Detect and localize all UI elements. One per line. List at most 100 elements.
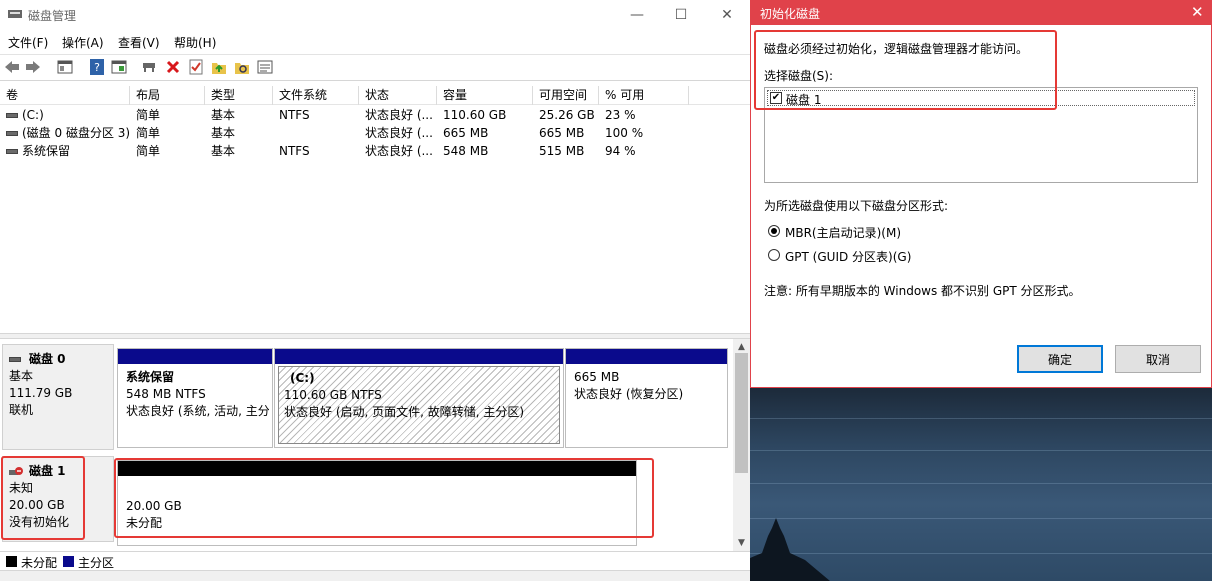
table-row[interactable]: 系统保留 简单 基本 NTFS 状态良好 (... 548 MB 515 MB … (0, 142, 740, 160)
col-layout[interactable]: 布局 (130, 86, 205, 105)
partition-system-reserved[interactable]: 系统保留 548 MB NTFS 状态良好 (系统, 活动, 主分 (117, 348, 273, 448)
close-button[interactable]: ✕ (704, 0, 750, 30)
status-bar (0, 570, 750, 581)
disk1-size: 20.00 GB (9, 498, 65, 512)
col-status[interactable]: 状态 (359, 86, 437, 105)
disk0-status: 联机 (9, 403, 34, 417)
scroll-thumb[interactable] (735, 353, 748, 473)
up-icon[interactable] (210, 58, 228, 76)
table-row[interactable]: (C:) 简单 基本 NTFS 状态良好 (... 110.60 GB 25.2… (0, 106, 740, 124)
console-icon[interactable] (110, 58, 128, 76)
disk-management-app-icon (8, 10, 22, 18)
menu-file[interactable]: 文件(F) (8, 34, 48, 51)
partition-size: 20.00 GB (126, 499, 182, 513)
col-free-space[interactable]: 可用空间 (533, 86, 599, 105)
col-percent-free[interactable]: % 可用 (599, 86, 689, 105)
svg-text:?: ? (94, 61, 100, 74)
disk0-type: 基本 (9, 369, 34, 383)
partition-size: 548 MB NTFS (126, 387, 206, 401)
disk0-info[interactable]: 磁盘 0 基本 111.79 GB 联机 (2, 344, 114, 450)
gpt-radio[interactable] (768, 249, 780, 261)
window-title: 磁盘管理 (28, 9, 77, 23)
primary-partition-bar (118, 349, 272, 364)
status-cell: 状态良好 (... (365, 126, 433, 140)
free-space-cell: 665 MB (539, 126, 585, 140)
volume-name: 系统保留 (22, 144, 71, 158)
help-icon[interactable]: ? (88, 58, 106, 76)
disk-graphic-view: 磁盘 0 基本 111.79 GB 联机 系统保留 548 MB NTFS 状态… (0, 339, 733, 551)
ok-button[interactable]: 确定 (1017, 345, 1103, 373)
disk-management-window: 磁盘管理 — ☐ ✕ 文件(F) 操作(A) 查看(V) 帮助(H) ? 卷 布… (0, 0, 750, 581)
capacity-cell: 665 MB (443, 126, 489, 140)
filesystem-cell: NTFS (279, 108, 310, 122)
select-disk-label: 选择磁盘(S): (764, 69, 834, 83)
maximize-button[interactable]: ☐ (658, 0, 704, 30)
wave (750, 418, 1212, 419)
mbr-radio[interactable] (768, 225, 780, 237)
mbr-option[interactable]: MBR(主启动记录)(M) (768, 223, 1028, 241)
free-space-cell: 515 MB (539, 144, 585, 158)
gpt-option[interactable]: GPT (GUID 分区表)(G) (768, 247, 1028, 265)
wave (750, 450, 1212, 451)
properties-icon[interactable] (56, 58, 74, 76)
col-volume[interactable]: 卷 (0, 86, 130, 105)
volume-icon (6, 113, 18, 118)
list-icon[interactable] (256, 58, 274, 76)
menu-action[interactable]: 操作(A) (62, 34, 104, 51)
volume-cell: (C:) (0, 106, 130, 124)
search-icon[interactable] (233, 58, 251, 76)
partition-c-drive[interactable]: (C:) 110.60 GB NTFS 状态良好 (启动, 页面文件, 故障转储… (274, 348, 564, 448)
primary-swatch (63, 556, 74, 567)
disk0-size: 111.79 GB (9, 386, 73, 400)
disk1-list-label: 磁盘 1 (786, 93, 822, 107)
menu-help[interactable]: 帮助(H) (174, 34, 216, 51)
cancel-button[interactable]: 取消 (1115, 345, 1201, 373)
dialog-title: 初始化磁盘 (760, 7, 821, 21)
partition-status: 状态良好 (恢复分区) (574, 387, 684, 401)
partition-style-label: 为所选磁盘使用以下磁盘分区形式: (764, 199, 949, 213)
percent-free-cell: 94 % (605, 144, 636, 158)
toolbar: ? (0, 54, 750, 81)
partition-status: 状态良好 (启动, 页面文件, 故障转储, 主分区) (284, 405, 525, 419)
gpt-label: GPT (GUID 分区表)(G) (785, 250, 912, 264)
free-space-cell: 25.26 GB (539, 108, 595, 122)
menu-bar: 文件(F) 操作(A) 查看(V) 帮助(H) (0, 31, 750, 53)
partition-status: 状态良好 (系统, 活动, 主分 (126, 404, 269, 418)
disk-listbox[interactable]: ✔ 磁盘 1 (764, 87, 1198, 183)
scroll-down-icon[interactable]: ▼ (733, 535, 750, 551)
check-icon[interactable] (187, 58, 205, 76)
disk1-checkbox[interactable]: ✔ (770, 92, 782, 104)
type-cell: 基本 (211, 108, 236, 122)
minimize-button[interactable]: — (614, 0, 660, 30)
list-item-disk1[interactable]: ✔ 磁盘 1 (767, 90, 1195, 107)
partition-recovery[interactable]: 665 MB 状态良好 (恢复分区) (565, 348, 728, 448)
wave (750, 483, 1212, 484)
back-icon[interactable] (3, 58, 21, 76)
connect-icon[interactable] (140, 58, 158, 76)
lighthouse-silhouette (750, 518, 830, 581)
legend-bar: 未分配 主分区 (0, 551, 750, 570)
col-capacity[interactable]: 容量 (437, 86, 533, 105)
volume-icon (6, 131, 18, 136)
delete-icon[interactable] (164, 58, 182, 76)
partition-unallocated[interactable]: 20.00 GB 未分配 (117, 460, 637, 546)
partition-size: 110.60 GB NTFS (284, 388, 382, 402)
forward-icon[interactable] (24, 58, 42, 76)
disk-icon (9, 357, 21, 362)
volume-cell: (磁盘 0 磁盘分区 3) (0, 124, 130, 142)
capacity-cell: 548 MB (443, 144, 489, 158)
close-icon[interactable]: ✕ (1191, 3, 1204, 21)
disk1-name: 磁盘 1 (29, 464, 66, 478)
unallocated-swatch (6, 556, 17, 567)
partition-title: (C:) (290, 371, 315, 385)
disk1-status: 没有初始化 (9, 515, 70, 529)
menu-view[interactable]: 查看(V) (118, 34, 160, 51)
col-type[interactable]: 类型 (205, 86, 273, 105)
col-filesystem[interactable]: 文件系统 (273, 86, 359, 105)
partition-status: 未分配 (126, 516, 163, 530)
table-row[interactable]: (磁盘 0 磁盘分区 3) 简单 基本 状态良好 (... 665 MB 665… (0, 124, 740, 142)
vertical-scrollbar[interactable]: ▲ ▼ (733, 339, 750, 551)
disk1-info[interactable]: 磁盘 1 未知 20.00 GB 没有初始化 (2, 456, 114, 542)
disk0-name: 磁盘 0 (29, 352, 66, 366)
status-cell: 状态良好 (... (365, 108, 433, 122)
